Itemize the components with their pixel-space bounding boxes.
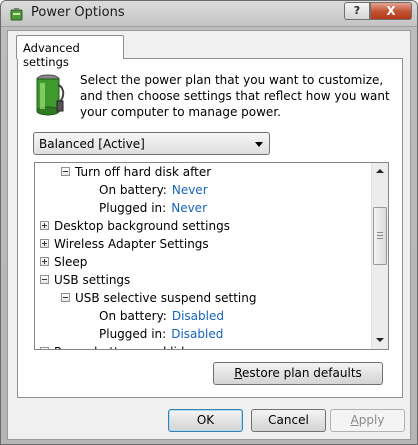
power-plan-select-value: Balanced [Active]: [39, 137, 145, 151]
window-title: Power Options: [31, 5, 125, 20]
tree-row[interactable]: USB selective suspend setting: [35, 289, 371, 307]
setting-value-link[interactable]: Disabled: [172, 307, 224, 325]
close-icon: X: [386, 4, 396, 18]
tree-row[interactable]: Plugged in: Disabled: [35, 325, 371, 343]
tree-row-label: Wireless Adapter Settings: [54, 237, 209, 251]
setting-value-link[interactable]: Never: [171, 199, 207, 217]
collapse-minus-icon[interactable]: [61, 167, 70, 176]
scroll-down-button[interactable]: [372, 332, 388, 349]
tree-row-label: Power buttons and lid: [54, 343, 184, 349]
tree-row[interactable]: Wireless Adapter Settings: [35, 235, 371, 253]
cancel-button[interactable]: Cancel: [251, 409, 326, 432]
power-plan-select[interactable]: Balanced [Active]: [33, 132, 270, 155]
arrow-down-icon: [376, 338, 384, 342]
help-button[interactable]: ?: [344, 2, 370, 20]
help-icon: ?: [353, 4, 361, 17]
description-text: Select the power plan that you want to c…: [80, 73, 390, 119]
collapse-minus-icon[interactable]: [61, 293, 70, 302]
scrollbar-thumb[interactable]: [373, 207, 387, 265]
tab-advanced-settings[interactable]: Advanced settings: [16, 35, 124, 69]
scroll-up-button[interactable]: [372, 163, 388, 180]
battery-icon: [36, 74, 65, 116]
expand-plus-icon[interactable]: [40, 221, 49, 230]
tree-row[interactable]: On battery: Disabled: [35, 307, 371, 325]
arrow-up-icon: [376, 169, 384, 173]
tree-row[interactable]: Turn off hard disk after: [35, 163, 371, 181]
restore-plan-defaults-button[interactable]: Restore plan defaults: [213, 362, 383, 385]
apply-button[interactable]: Apply: [330, 409, 405, 432]
expand-plus-icon[interactable]: [40, 347, 49, 349]
ok-button[interactable]: OK: [168, 409, 243, 432]
tree-row-label: Sleep: [54, 255, 88, 269]
tab-label: Advanced settings: [23, 41, 80, 69]
power-options-icon: [10, 8, 23, 21]
close-button[interactable]: X: [370, 2, 412, 20]
dialog-body: Advanced settings Select the power plan …: [7, 30, 411, 440]
tree-row-label: On battery:: [99, 309, 167, 323]
setting-value-link[interactable]: Never: [172, 181, 208, 199]
tree-row[interactable]: Plugged in: Never: [35, 199, 371, 217]
title-bar[interactable]: Power Options ? X: [1, 1, 417, 27]
tree-row-label: Plugged in:: [99, 201, 167, 215]
tree-row-label: On battery:: [99, 183, 167, 197]
power-options-window: Power Options ? X Advanced settings Sele…: [0, 0, 418, 445]
tree-row-label: Plugged in:: [99, 327, 167, 341]
tree-row-label: USB settings: [54, 273, 131, 287]
expand-plus-icon[interactable]: [40, 257, 49, 266]
vertical-scrollbar[interactable]: [371, 163, 388, 349]
tree-row-label: USB selective suspend setting: [75, 291, 257, 305]
collapse-minus-icon[interactable]: [40, 275, 49, 284]
tree-row[interactable]: Power buttons and lid: [35, 343, 371, 349]
tree-row[interactable]: USB settings: [35, 271, 371, 289]
chevron-down-icon: [255, 142, 263, 147]
settings-tree[interactable]: Turn off hard disk after On battery: Never…: [34, 162, 389, 350]
tree-row-label: Turn off hard disk after: [75, 165, 212, 179]
tree-row[interactable]: On battery: Never: [35, 181, 371, 199]
tree-row-label: Desktop background settings: [54, 219, 230, 233]
tree-row[interactable]: Desktop background settings: [35, 217, 371, 235]
setting-value-link[interactable]: Disabled: [171, 325, 223, 343]
tree-row[interactable]: Sleep: [35, 253, 371, 271]
expand-plus-icon[interactable]: [40, 239, 49, 248]
